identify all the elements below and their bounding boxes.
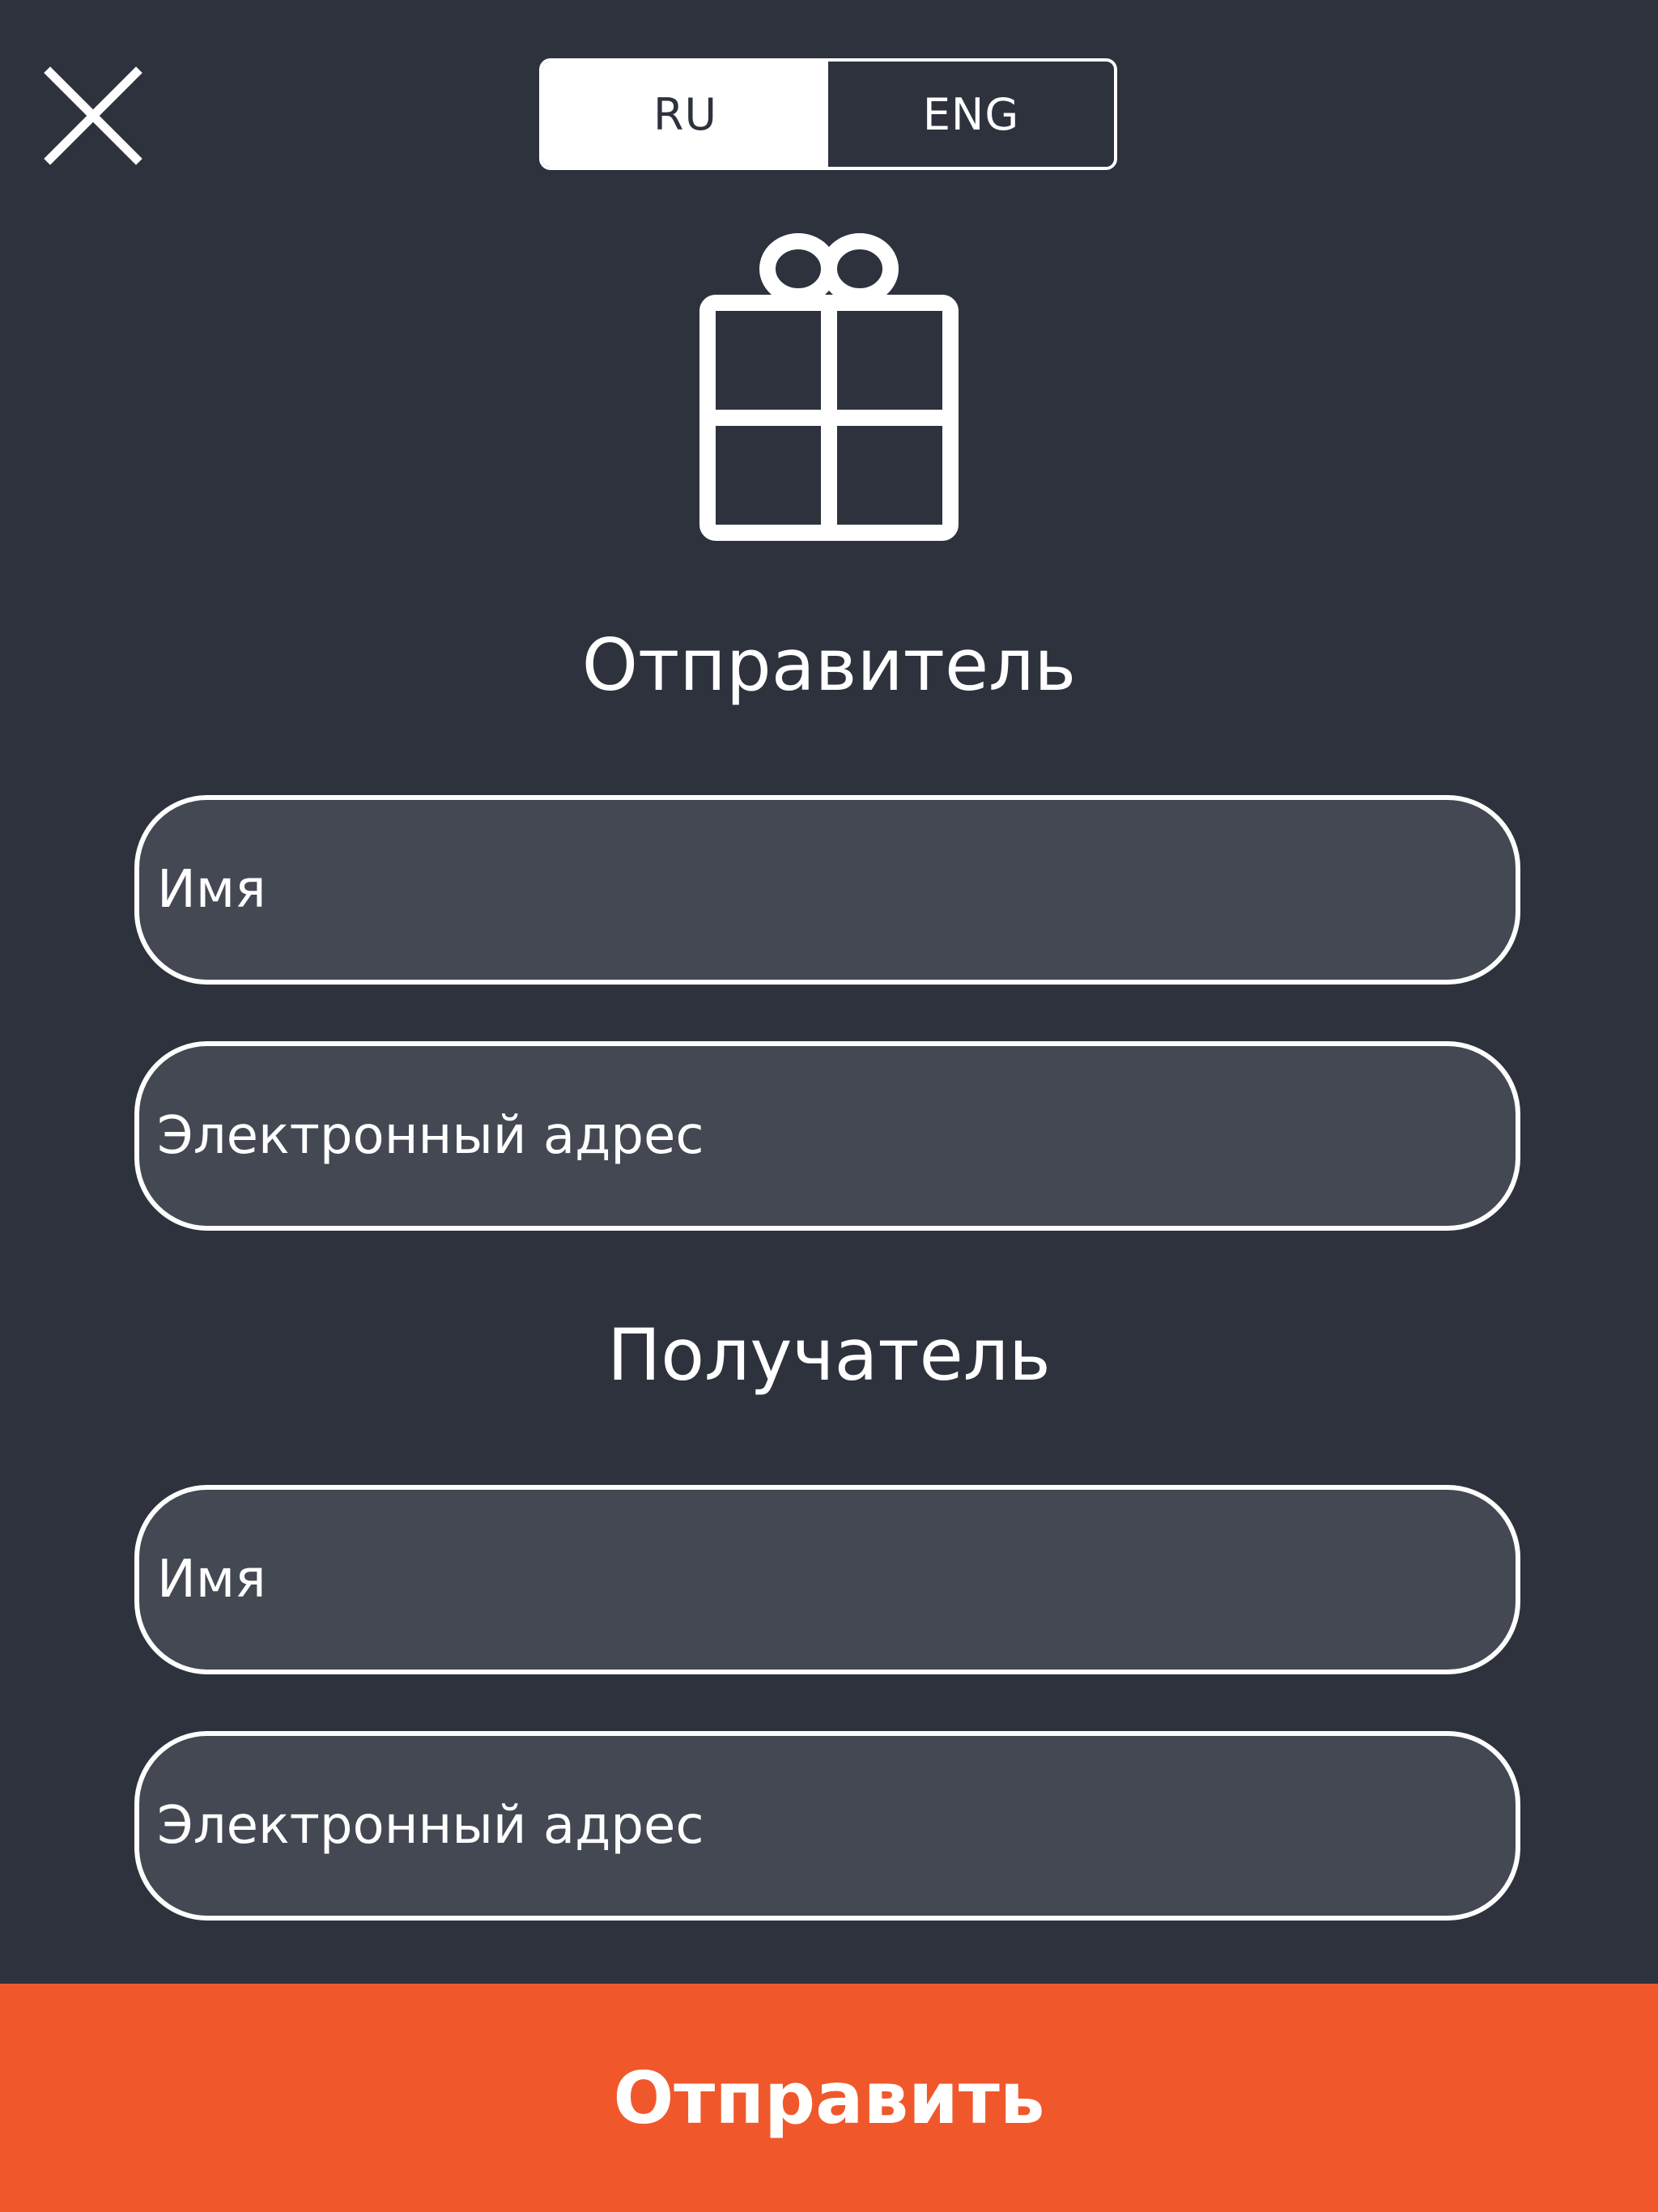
sender-name-input[interactable] [139, 800, 1516, 980]
recipient-email-input[interactable] [139, 1736, 1516, 1916]
close-button[interactable] [42, 65, 144, 167]
recipient-section-title: Получатель [607, 1313, 1051, 1397]
language-toggle: RU ENG [539, 58, 1117, 170]
recipient-name-input[interactable] [139, 1490, 1516, 1670]
language-option-eng[interactable]: ENG [828, 62, 1114, 167]
sender-email-field [134, 1041, 1520, 1231]
language-option-ru[interactable]: RU [542, 62, 828, 167]
gift-icon [699, 228, 959, 544]
recipient-email-field [134, 1731, 1520, 1921]
sender-email-input[interactable] [139, 1046, 1516, 1226]
send-button[interactable]: Отправить [0, 1984, 1658, 2212]
recipient-name-field [134, 1485, 1520, 1674]
sender-section-title: Отправитель [581, 623, 1077, 707]
sender-name-field [134, 795, 1520, 985]
close-icon [44, 66, 142, 165]
